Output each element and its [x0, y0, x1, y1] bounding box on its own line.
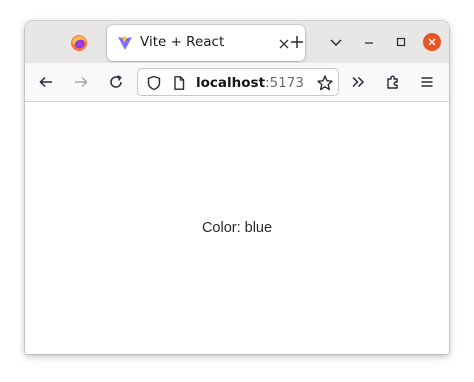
tab-bar: Vite + React	[25, 21, 449, 63]
minimize-icon[interactable]	[359, 32, 379, 52]
address-bar[interactable]: localhost:5173	[137, 68, 339, 96]
double-chevron-icon[interactable]	[348, 72, 368, 92]
page-content: Color: blue	[25, 102, 449, 354]
vite-logo-icon	[117, 35, 133, 51]
url-host: localhost	[196, 75, 266, 91]
tab-vite-react[interactable]: Vite + React	[107, 25, 305, 61]
plus-icon[interactable]	[287, 32, 307, 52]
chevron-down-icon[interactable]	[326, 32, 346, 52]
url-text[interactable]: localhost:5173	[196, 75, 304, 91]
browser-window: Vite + React localhost:5173 Color: blue	[25, 21, 449, 354]
window-close-icon[interactable]	[423, 33, 441, 51]
reload-icon[interactable]	[106, 72, 126, 92]
tab-title: Vite + React	[140, 34, 225, 50]
hamburger-menu-icon[interactable]	[417, 72, 437, 92]
puzzle-icon[interactable]	[383, 72, 403, 92]
url-port: :5173	[265, 75, 304, 91]
star-icon[interactable]	[316, 74, 334, 92]
page-icon[interactable]	[171, 75, 187, 91]
maximize-icon[interactable]	[391, 32, 411, 52]
firefox-icon[interactable]	[70, 34, 88, 52]
back-arrow-icon[interactable]	[36, 72, 56, 92]
navigation-bar: localhost:5173	[25, 63, 449, 102]
color-status-text: Color: blue	[201, 220, 273, 236]
shield-icon[interactable]	[146, 75, 162, 91]
forward-arrow-icon[interactable]	[71, 72, 91, 92]
